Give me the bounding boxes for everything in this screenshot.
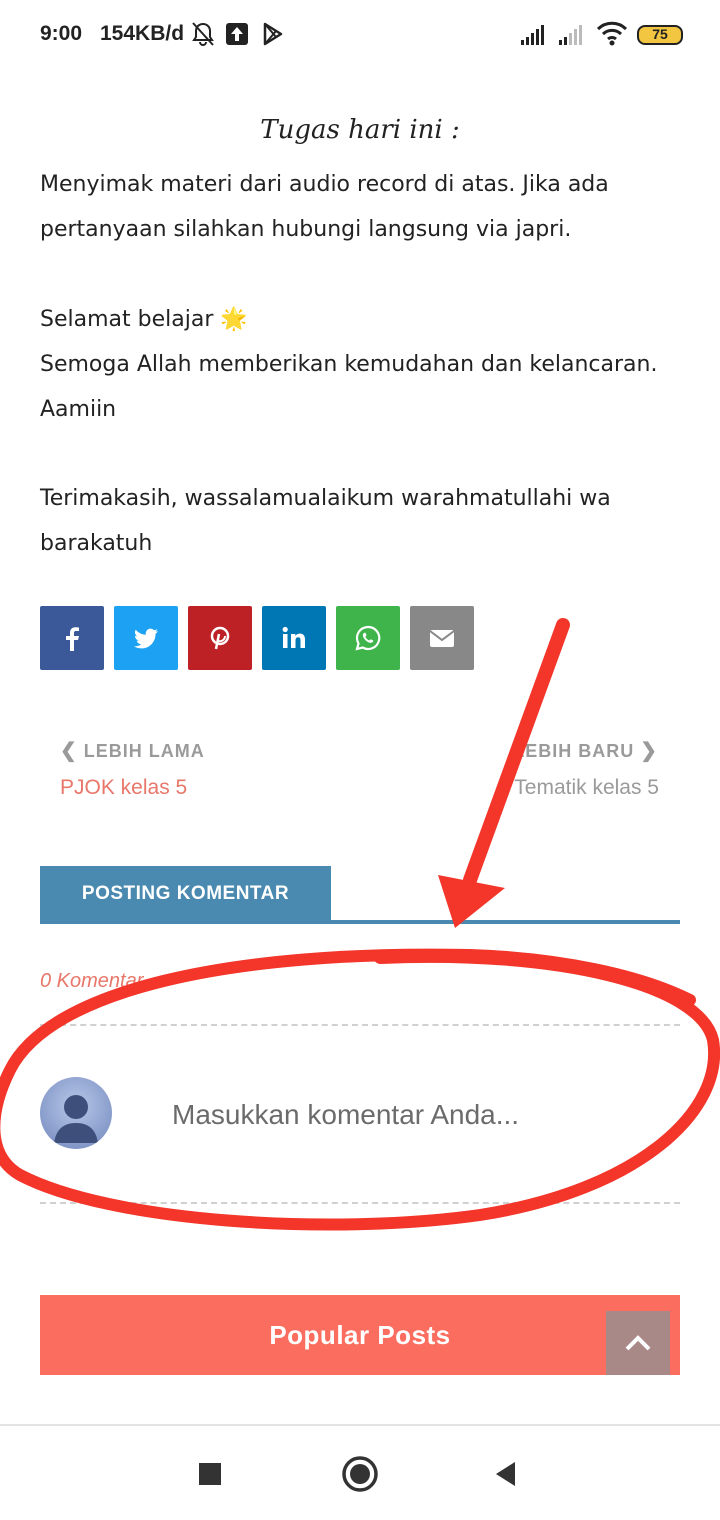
whatsapp-icon	[355, 625, 381, 651]
system-navigation-bar	[0, 1424, 720, 1520]
divider	[40, 1024, 680, 1026]
share-twitter-button[interactable]	[114, 606, 178, 670]
newer-label-text: LEBIH BARU	[513, 741, 635, 761]
paragraph-line: pertanyaan silahkan hubungi langsung via…	[40, 217, 572, 242]
battery-icon: 75	[637, 25, 683, 45]
older-label-text: LEBIH LAMA	[83, 741, 205, 761]
chevron-up-icon	[625, 1335, 651, 1351]
popular-posts-header: Popular Posts	[40, 1295, 680, 1375]
paragraph-task: Menyimak materi dari audio record di ata…	[40, 162, 680, 252]
facebook-icon	[66, 627, 79, 651]
back-triangle-icon	[496, 1462, 515, 1486]
paragraph-line: Semoga Allah memberikan kemudahan dan ke…	[40, 352, 658, 377]
post-comment-tab[interactable]: POSTING KOMENTAR	[40, 866, 331, 922]
share-whatsapp-button[interactable]	[336, 606, 400, 670]
recents-square-icon	[199, 1463, 221, 1485]
older-post-link[interactable]: PJOK kelas 5	[60, 776, 187, 800]
wifi-icon	[596, 21, 628, 46]
back-button[interactable]	[476, 1446, 536, 1502]
divider	[40, 1202, 680, 1204]
paragraph-line: Menyimak materi dari audio record di ata…	[40, 172, 609, 197]
comment-tab-underline	[40, 920, 680, 924]
share-linkedin-button[interactable]	[262, 606, 326, 670]
status-network-speed: 154KB/d	[100, 22, 185, 45]
recents-button[interactable]	[180, 1446, 240, 1502]
twitter-icon	[134, 628, 158, 649]
signal-icon	[559, 25, 582, 45]
newer-post-link-label[interactable]: LEBIH BARU ❯	[513, 738, 658, 763]
share-facebook-button[interactable]	[40, 606, 104, 670]
paragraph-greeting: Selamat belajar 🌟 Semoga Allah memberika…	[40, 297, 680, 432]
chevron-left-icon: ❮	[60, 740, 78, 762]
scroll-to-top-button[interactable]	[606, 1311, 670, 1375]
home-button[interactable]	[330, 1446, 390, 1502]
upload-icon	[226, 23, 248, 45]
newer-post-link[interactable]: Tematik kelas 5	[514, 776, 659, 800]
share-email-button[interactable]	[410, 606, 474, 670]
home-circle-icon	[342, 1456, 378, 1492]
chevron-right-icon: ❯	[640, 740, 658, 762]
signal-icon	[521, 25, 544, 45]
task-heading: Tugas hari ini :	[260, 115, 460, 145]
avatar	[40, 1077, 112, 1149]
play-store-icon	[263, 22, 283, 46]
paragraph-line: barakatuh	[40, 531, 153, 556]
paragraph-line: Selamat belajar 🌟	[40, 307, 248, 332]
envelope-icon	[429, 630, 455, 647]
battery-level: 75	[652, 26, 668, 42]
user-silhouette-icon	[54, 1095, 98, 1143]
comment-input[interactable]	[150, 1088, 670, 1142]
pinterest-icon	[210, 626, 230, 650]
status-time: 9:00	[40, 22, 83, 45]
linkedin-icon	[282, 626, 305, 648]
share-pinterest-button[interactable]	[188, 606, 252, 670]
comment-count: 0 Komentar	[40, 970, 144, 992]
paragraph-closing: Terimakasih, wassalamualaikum warahmatul…	[40, 476, 680, 566]
paragraph-line: Aamiin	[40, 397, 117, 422]
status-bar: 9:00 154KB/d 75	[0, 0, 720, 72]
older-post-link-label[interactable]: ❮ LEBIH LAMA	[60, 738, 205, 763]
paragraph-line: Terimakasih, wassalamualaikum warahmatul…	[40, 486, 611, 511]
bell-off-icon	[192, 22, 214, 46]
